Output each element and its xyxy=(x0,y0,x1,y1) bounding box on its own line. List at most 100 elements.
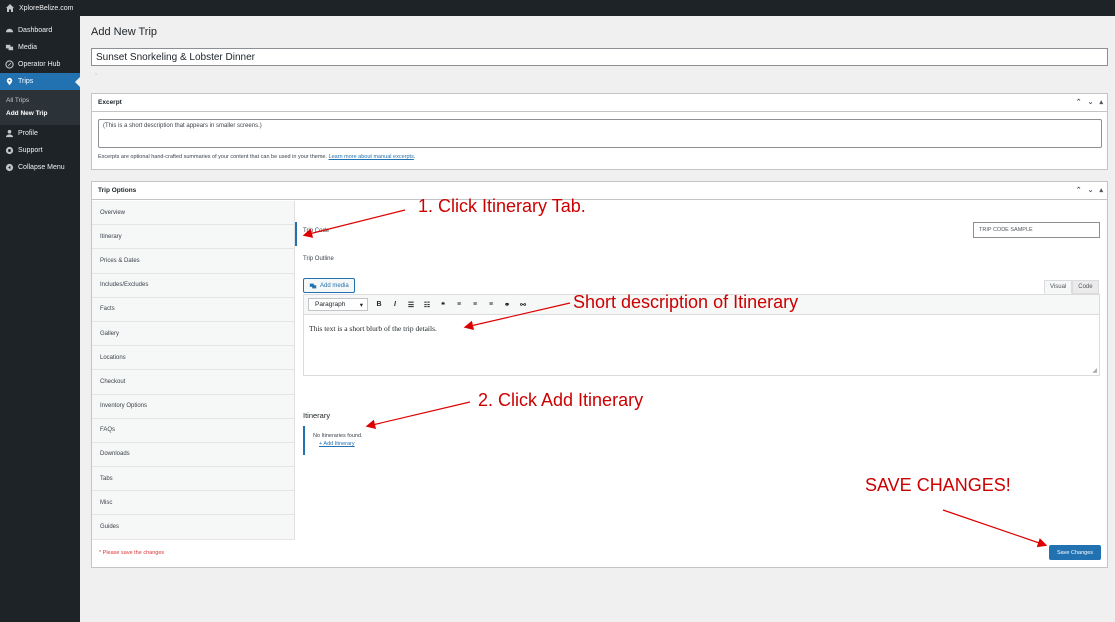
sidebar-item-label: Collapse Menu xyxy=(18,164,65,171)
editor-mode-tabs: Visual Code xyxy=(1044,280,1099,294)
page-title: Add New Trip xyxy=(91,26,158,38)
align-center-icon[interactable]: ≡ xyxy=(470,301,480,308)
excerpt-textarea[interactable]: (This is a short description that appear… xyxy=(98,119,1102,148)
trips-submenu: All Trips Add New Trip xyxy=(0,90,80,125)
tab-facts[interactable]: Facts xyxy=(92,298,294,322)
move-down-icon[interactable]: ⌄ xyxy=(1088,98,1094,106)
bold-icon[interactable]: B xyxy=(374,301,384,308)
tab-tabs[interactable]: Tabs xyxy=(92,467,294,492)
location-pin-icon xyxy=(4,77,14,87)
tab-locations[interactable]: Locations xyxy=(92,346,294,371)
submenu-all-trips[interactable]: All Trips xyxy=(0,94,80,107)
toggle-panel-icon[interactable]: ▴ xyxy=(1099,186,1103,194)
save-reminder-note: * Please save the changes xyxy=(99,550,165,556)
tab-includes-excludes[interactable]: Includes/Excludes xyxy=(92,274,294,298)
no-itineraries-notice: No Itineraries found. + Add Itinerary xyxy=(303,426,373,455)
add-media-label: Add media xyxy=(320,282,349,289)
trip-options-title: Trip Options xyxy=(98,187,137,194)
move-up-icon[interactable]: ⌃ xyxy=(1076,98,1082,106)
chevron-down-icon: ▾ xyxy=(359,301,363,309)
sidebar-item-support[interactable]: Support xyxy=(0,142,80,159)
excerpt-help-text: Excerpts are optional hand-crafted summa… xyxy=(98,154,416,160)
excerpt-help-sentence: Excerpts are optional hand-crafted summa… xyxy=(98,154,327,160)
blockquote-icon[interactable]: ❝ xyxy=(438,301,448,309)
sidebar-item-collapse-menu[interactable]: Collapse Menu xyxy=(0,159,80,176)
link-icon[interactable]: ⚭ xyxy=(502,301,512,309)
admin-bar: XploreBelize.com xyxy=(0,0,1115,16)
italic-icon[interactable]: I xyxy=(390,301,400,308)
sidebar-item-trips[interactable]: Trips xyxy=(0,73,80,90)
trip-options-header[interactable]: Trip Options ⌃ ⌄ ▴ xyxy=(92,182,1107,200)
sidebar-item-dashboard[interactable]: Dashboard xyxy=(0,22,80,39)
add-media-button[interactable]: Add media xyxy=(303,278,355,293)
numbered-list-icon[interactable]: ☷ xyxy=(422,301,432,309)
tab-code[interactable]: Code xyxy=(1072,280,1099,294)
excerpt-title: Excerpt xyxy=(98,99,122,106)
collapse-icon xyxy=(4,163,14,173)
postbox-controls: ⌃ ⌄ ▴ xyxy=(1076,186,1103,194)
resize-handle-icon[interactable]: ◢ xyxy=(1092,367,1097,374)
excerpt-learn-more-link[interactable]: Learn more about manual excerpts xyxy=(329,154,414,160)
trip-options-tabs: Overview Itinerary Prices & Dates Includ… xyxy=(92,201,295,540)
tab-visual[interactable]: Visual xyxy=(1044,280,1073,294)
sidebar-item-label: Operator Hub xyxy=(18,61,61,68)
excerpt-header[interactable]: Excerpt ⌃ ⌄ ▴ xyxy=(92,94,1107,112)
align-right-icon[interactable]: ≡ xyxy=(486,301,496,308)
sidebar-item-operator-hub[interactable]: Operator Hub xyxy=(0,56,80,73)
move-down-icon[interactable]: ⌄ xyxy=(1088,186,1094,194)
media-icon xyxy=(309,283,317,288)
home-icon[interactable] xyxy=(5,3,15,13)
tab-inventory-options[interactable]: Inventory Options xyxy=(92,395,294,419)
annotation-short-description: Short description of Itinerary xyxy=(573,292,799,312)
tab-gallery[interactable]: Gallery xyxy=(92,322,294,347)
trip-outline-label: Trip Outline xyxy=(303,256,334,262)
tab-downloads[interactable]: Downloads xyxy=(92,443,294,468)
sidebar-item-label: Dashboard xyxy=(18,27,53,34)
annotation-step1: 1. Click Itinerary Tab. xyxy=(418,196,586,216)
tab-faqs[interactable]: FAQs xyxy=(92,419,294,443)
sidebar-item-media[interactable]: Media xyxy=(0,39,80,56)
move-up-icon[interactable]: ⌃ xyxy=(1076,186,1082,194)
itinerary-heading: Itinerary xyxy=(303,411,331,420)
no-itineraries-text: No Itineraries found. xyxy=(313,433,363,439)
site-name-link[interactable]: XploreBelize.com xyxy=(19,5,73,12)
post-title-input[interactable] xyxy=(91,48,1108,66)
postbox-controls: ⌃ ⌄ ▴ xyxy=(1076,98,1103,106)
align-left-icon[interactable]: ≡ xyxy=(454,301,464,308)
main-content: Add New Trip › Excerpt ⌃ ⌄ ▴ (This is a … xyxy=(80,16,1115,622)
toggle-panel-icon[interactable]: ▴ xyxy=(1099,98,1103,106)
annotation-save: SAVE CHANGES! xyxy=(865,475,1011,495)
support-icon xyxy=(4,146,14,156)
tab-misc[interactable]: Misc xyxy=(92,491,294,516)
save-changes-button[interactable]: Save Changes xyxy=(1049,545,1101,560)
unlink-icon[interactable]: ⚯ xyxy=(518,301,528,309)
tab-checkout[interactable]: Checkout xyxy=(92,370,294,395)
trip-code-label: Trip Code xyxy=(303,228,330,234)
editor-content[interactable]: This text is a short blurb of the trip d… xyxy=(304,315,1099,342)
tab-prices-dates[interactable]: Prices & Dates xyxy=(92,249,294,274)
trip-code-input[interactable] xyxy=(973,222,1100,238)
format-select-value: Paragraph xyxy=(315,301,346,308)
tab-overview[interactable]: Overview xyxy=(92,201,294,226)
tab-itinerary[interactable]: Itinerary xyxy=(92,225,294,250)
active-tab-indicator xyxy=(295,222,297,246)
media-icon xyxy=(4,43,14,53)
trip-options-box: Trip Options ⌃ ⌄ ▴ Overview Itinerary Pr… xyxy=(91,181,1108,568)
sidebar-item-label: Media xyxy=(18,44,38,51)
dashboard-icon xyxy=(4,26,14,36)
format-select[interactable]: Paragraph ▾ xyxy=(308,298,368,311)
sidebar-item-label: Profile xyxy=(18,130,38,137)
permalink-indicator: › xyxy=(95,72,97,78)
bullet-list-icon[interactable]: ☰ xyxy=(406,301,416,309)
compass-icon xyxy=(4,60,14,70)
admin-sidebar: Dashboard Media Operator Hub Trips All T… xyxy=(0,16,80,622)
tab-guides[interactable]: Guides xyxy=(92,515,294,540)
sidebar-item-profile[interactable]: Profile xyxy=(0,125,80,142)
add-itinerary-link[interactable]: + Add Itinerary xyxy=(319,441,373,447)
submenu-add-new-trip[interactable]: Add New Trip xyxy=(0,107,80,120)
annotation-step2: 2. Click Add Itinerary xyxy=(478,390,644,410)
sidebar-item-label: Trips xyxy=(18,78,34,85)
user-icon xyxy=(4,129,14,139)
excerpt-box: Excerpt ⌃ ⌄ ▴ (This is a short descripti… xyxy=(91,93,1108,170)
sidebar-item-label: Support xyxy=(18,147,43,154)
